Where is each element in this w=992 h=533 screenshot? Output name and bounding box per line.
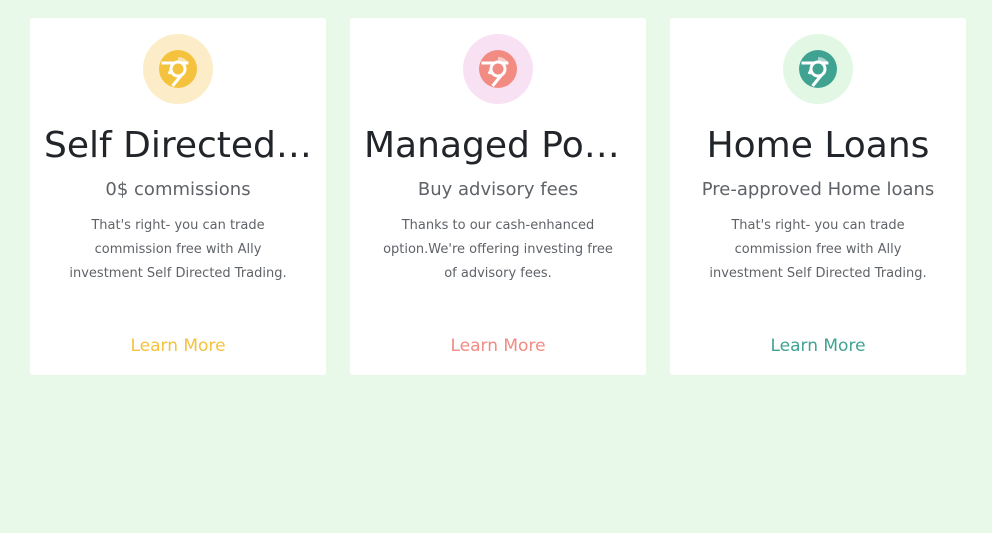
card-description: That's right- you can trade commission f…	[69, 218, 287, 281]
learn-more-link[interactable]: Learn More	[30, 334, 326, 358]
card-home-loans: Home Loans Pre-approved Home loans That'…	[670, 18, 966, 375]
card-title: Managed Portfolios	[364, 125, 632, 166]
chrome-icon	[159, 50, 197, 88]
icon-circle	[143, 34, 213, 104]
card-title: Home Loans	[706, 125, 930, 166]
feature-cards: Self Directed Trading 0$ commissions Tha…	[30, 18, 966, 375]
learn-more-link[interactable]: Learn More	[350, 334, 646, 358]
learn-more-link[interactable]: Learn More	[670, 334, 966, 358]
card-title: Self Directed Trading	[44, 125, 312, 166]
chrome-icon	[479, 50, 517, 88]
card-subtitle: 0$ commissions	[105, 179, 251, 200]
card-self-directed-trading: Self Directed Trading 0$ commissions Tha…	[30, 18, 326, 375]
icon-circle	[783, 34, 853, 104]
card-managed-portfolios: Managed Portfolios Buy advisory fees Tha…	[350, 18, 646, 375]
card-description: That's right- you can trade commission f…	[709, 218, 927, 281]
chrome-icon	[799, 50, 837, 88]
card-subtitle: Buy advisory fees	[417, 179, 579, 200]
card-subtitle: Pre-approved Home loans	[701, 179, 935, 200]
card-description: Thanks to our cash-enhanced option.We're…	[383, 218, 613, 281]
icon-circle	[463, 34, 533, 104]
